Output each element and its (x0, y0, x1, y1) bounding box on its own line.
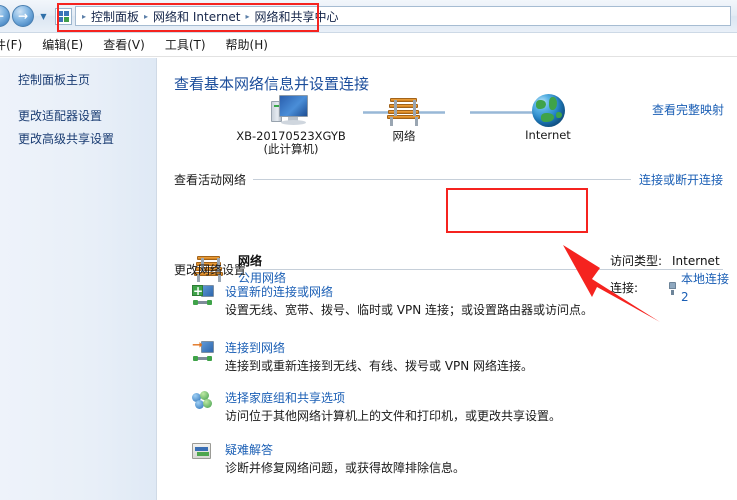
map-node-this-computer[interactable]: XB-20170523XGYB (此计算机) (226, 94, 356, 156)
breadcrumb[interactable]: ▸ 控制面板 ▸ 网络和 Internet ▸ 网络和共享中心 (75, 6, 731, 26)
menu-item-help[interactable]: 帮助(H) (216, 34, 278, 55)
setting-item-description: 设置无线、宽带、拨号、临时或 VPN 连接；或设置路由器或访问点。 (225, 303, 594, 317)
setting-item-homegroup[interactable]: 选择家庭组和共享选项 访问位于其他网络计算机上的文件和打印机，或更改共享设置。 (192, 390, 712, 425)
setting-item-troubleshoot[interactable]: 疑难解答 诊断并修复网络问题，或获得故障排除信息。 (192, 442, 712, 477)
troubleshoot-icon (192, 443, 214, 463)
map-node-label: 网络 (392, 129, 416, 143)
network-map: XB-20170523XGYB (此计算机) 网络 Internet (158, 94, 737, 156)
setting-item-description: 诊断并修复网络问题，或获得故障排除信息。 (225, 461, 466, 475)
menu-bar: 件(F) 编辑(E) 查看(V) 工具(T) 帮助(H) (0, 33, 737, 57)
content-pane: 查看基本网络信息并设置连接 查看完整映射 XB-20170523XGYB (此计… (158, 58, 737, 500)
breadcrumb-separator: ▸ (245, 11, 250, 21)
section-rule (253, 269, 723, 270)
section-rule (253, 179, 631, 180)
menu-item-view[interactable]: 查看(V) (93, 34, 155, 55)
active-networks-section-header: 查看活动网络 连接或断开连接 (174, 171, 723, 188)
map-node-label: Internet (525, 128, 571, 142)
breadcrumb-item-network-internet[interactable]: 网络和 Internet (150, 8, 243, 25)
new-connection-icon: + (192, 285, 214, 305)
setting-item-description: 访问位于其他网络计算机上的文件和打印机，或更改共享设置。 (225, 409, 562, 423)
internet-globe-icon (531, 94, 565, 127)
setting-item-title[interactable]: 选择家庭组和共享选项 (225, 390, 712, 406)
map-node-sublabel: (此计算机) (263, 142, 319, 156)
connect-to-network-icon: ➞ (192, 339, 214, 361)
page-title: 查看基本网络信息并设置连接 (174, 75, 370, 93)
section-heading: 查看活动网络 (174, 173, 247, 187)
homegroup-icon (192, 391, 214, 411)
address-bar: ← → ▼ ▸ 控制面板 ▸ 网络和 Internet ▸ 网络和共享中心 (0, 0, 737, 33)
menu-item-tools[interactable]: 工具(T) (155, 34, 216, 55)
breadcrumb-item-control-panel[interactable]: 控制面板 (88, 8, 142, 25)
breadcrumb-item-network-sharing-center[interactable]: 网络和共享中心 (252, 8, 342, 25)
setting-item-connect-to-network[interactable]: ➞ 连接到网络 连接到或重新连接到无线、有线、拨号或 VPN 网络连接。 (192, 339, 712, 375)
sidebar-item-change-adapter-settings[interactable]: 更改适配器设置 (0, 105, 156, 128)
computer-monitor-icon (271, 94, 311, 128)
sidebar-item-control-panel-home[interactable]: 控制面板主页 (0, 69, 156, 92)
map-node-internet[interactable]: Internet (510, 94, 586, 142)
network-folder-icon (55, 7, 72, 25)
section-heading: 更改网络设置 (174, 263, 247, 277)
back-button[interactable]: ← (0, 5, 10, 27)
setting-item-description: 连接到或重新连接到无线、有线、拨号或 VPN 网络连接。 (225, 359, 534, 373)
setting-item-new-connection[interactable]: + 设置新的连接或网络 设置无线、宽带、拨号、临时或 VPN 连接；或设置路由器… (192, 284, 712, 319)
sidebar: 控制面板主页 更改适配器设置 更改高级共享设置 (0, 58, 157, 500)
recent-pages-dropdown-icon[interactable]: ▼ (37, 10, 50, 23)
navigation-buttons: ← → ▼ (0, 5, 53, 27)
sidebar-item-change-advanced-sharing-settings[interactable]: 更改高级共享设置 (0, 128, 156, 151)
forward-button[interactable]: → (12, 5, 34, 27)
setting-item-title[interactable]: 设置新的连接或网络 (225, 284, 712, 300)
connect-or-disconnect-link[interactable]: 连接或断开连接 (631, 171, 723, 188)
network-bench-icon (384, 94, 424, 128)
breadcrumb-leading-separator: ▸ (82, 11, 87, 21)
setting-item-title[interactable]: 疑难解答 (225, 442, 712, 458)
menu-item-edit[interactable]: 编辑(E) (32, 34, 93, 55)
menu-item-file[interactable]: 件(F) (0, 34, 32, 55)
breadcrumb-separator: ▸ (144, 11, 149, 21)
setting-item-title[interactable]: 连接到网络 (225, 340, 712, 356)
map-node-network[interactable]: 网络 (366, 94, 442, 143)
change-settings-section-header: 更改网络设置 (174, 261, 723, 278)
network-sharing-center-window: ← → ▼ ▸ 控制面板 ▸ 网络和 Internet ▸ 网络和共享中心 件(… (0, 0, 737, 500)
